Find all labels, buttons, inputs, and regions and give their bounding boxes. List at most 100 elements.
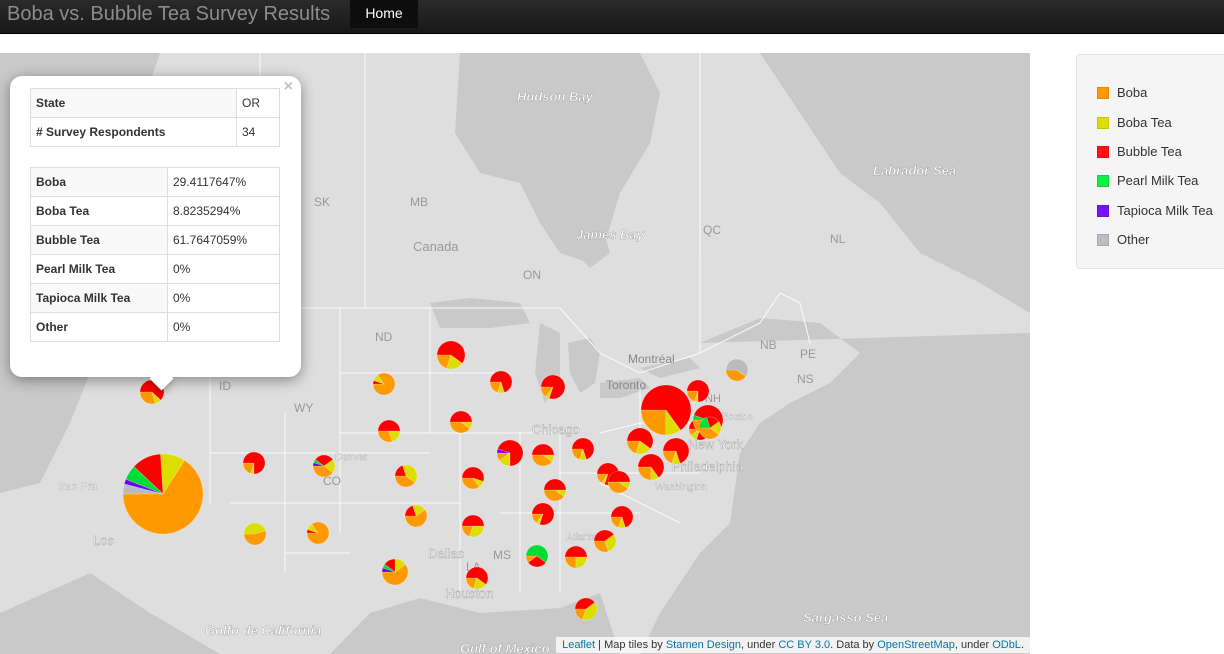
pie-marker[interactable] [574,597,598,621]
pie-marker[interactable] [489,370,513,394]
popup-close-button[interactable]: × [284,78,293,96]
map-label: Dallas [428,546,465,561]
pie-slice [575,556,588,569]
state-popup: × State OR # Survey Respondents 34 Boba 2… [10,76,301,391]
pie-marker[interactable] [381,558,409,586]
pie-marker[interactable] [686,379,710,403]
pie-marker[interactable] [122,453,204,535]
pie-marker[interactable] [725,358,749,382]
row-value: 0% [167,312,280,342]
map-label: Washington [655,482,707,493]
pie-marker[interactable] [461,466,485,490]
respondents-label: # Survey Respondents [30,117,237,147]
legend-swatch [1097,234,1109,246]
row-value: 61.7647059% [167,225,280,255]
pie-marker[interactable] [243,522,267,546]
navbar: Boba vs. Bubble Tea Survey Results Home [0,0,1224,34]
pie-marker[interactable] [465,566,489,590]
map-label: Denver [335,452,368,463]
pie-slice [449,410,473,423]
pie-marker[interactable] [607,470,631,494]
legend-swatch [1097,146,1109,158]
pie-marker[interactable] [640,384,692,436]
pie-marker[interactable] [571,437,595,461]
nav-home-link[interactable]: Home [350,0,418,28]
row-value: 0% [167,254,280,284]
cc-by-link[interactable]: CC BY 3.0 [778,639,830,651]
map-label: Boston [722,412,753,423]
percentages-table: Boba 29.4117647% Boba Tea 8.8235294% Bubbl… [30,167,280,342]
pie-marker[interactable] [496,439,524,467]
map-label: Gulf of Mexico [460,641,550,654]
map-label: Sargasso Sea [803,610,888,625]
map-label: San Fra [58,481,98,493]
pie-marker[interactable] [637,453,665,481]
pie-marker[interactable] [312,454,336,478]
row-value: 0% [167,283,280,313]
legend-item: Pearl Milk Tea [1097,173,1198,189]
map-label: Houston [445,586,493,601]
map-label: ON [523,268,541,282]
pie-marker[interactable] [662,437,690,465]
map-label: NL [830,232,846,246]
state-value: OR [236,88,280,118]
row-label: Other [30,312,168,342]
legend-item: Boba Tea [1097,115,1172,131]
pie-marker[interactable] [404,504,428,528]
respondents-value: 34 [236,117,280,147]
map-label: ND [375,330,393,344]
pie-marker[interactable] [377,419,401,443]
osm-link[interactable]: OpenStreetMap [877,639,955,651]
pie-marker[interactable] [306,521,330,545]
legend-item: Boba [1097,85,1147,101]
legend-swatch [1097,87,1109,99]
pie-markers[interactable] [122,340,749,621]
map-attribution: Leaflet | Map tiles by Stamen Design, un… [556,637,1030,653]
pie-marker[interactable] [531,443,555,467]
pie-slice [564,545,588,558]
legend-item: Other [1097,232,1150,248]
pie-marker[interactable] [564,545,588,569]
map-label: Canada [413,239,459,254]
odbl-link[interactable]: ODbL [992,639,1021,651]
map-label: Los [93,533,114,548]
pie-marker[interactable] [525,544,549,568]
map-label: Toronto [606,378,646,392]
pie-marker[interactable] [461,514,485,538]
map-label: QC [703,223,721,237]
table-row: Bubble Tea 61.7647059% [30,225,280,255]
table-row: Tapioca Milk Tea 0% [30,283,280,313]
pie-marker[interactable] [610,505,634,529]
pie-slice [461,514,485,527]
pie-slice [377,419,401,432]
pie-marker[interactable] [593,529,617,553]
map-label: Atlanta [566,532,598,543]
pie-slice [531,443,555,456]
row-label: Tapioca Milk Tea [30,283,168,313]
map-label: SK [314,195,330,209]
pie-marker[interactable] [242,451,266,475]
pie-marker[interactable] [531,502,555,526]
map-label: Chicago [532,422,580,437]
map-label: PE [800,347,816,361]
map-label: James Bay [576,227,645,242]
row-label: Pearl Milk Tea [30,254,168,284]
pie-marker[interactable] [543,478,567,502]
pie-marker[interactable] [436,340,466,370]
pie-marker[interactable] [372,372,396,396]
pie-marker[interactable] [449,410,473,434]
pie-marker[interactable] [394,464,418,488]
row-value: 29.4117647% [167,167,280,197]
pie-marker[interactable] [698,416,722,440]
table-row: Boba 29.4117647% [30,167,280,197]
leaflet-link[interactable]: Leaflet [562,639,595,651]
pie-marker[interactable] [540,374,566,400]
legend-swatch [1097,175,1109,187]
map-label: ID [219,379,231,393]
pie-marker[interactable] [626,427,654,455]
map-label: Montréal [628,352,675,366]
map-label: Labrador Sea [873,163,956,178]
legend: Boba Boba Tea Bubble Tea Pearl Milk Tea … [1076,54,1224,269]
stamen-link[interactable]: Stamen Design [666,639,741,651]
brand-title[interactable]: Boba vs. Bubble Tea Survey Results [7,3,330,26]
